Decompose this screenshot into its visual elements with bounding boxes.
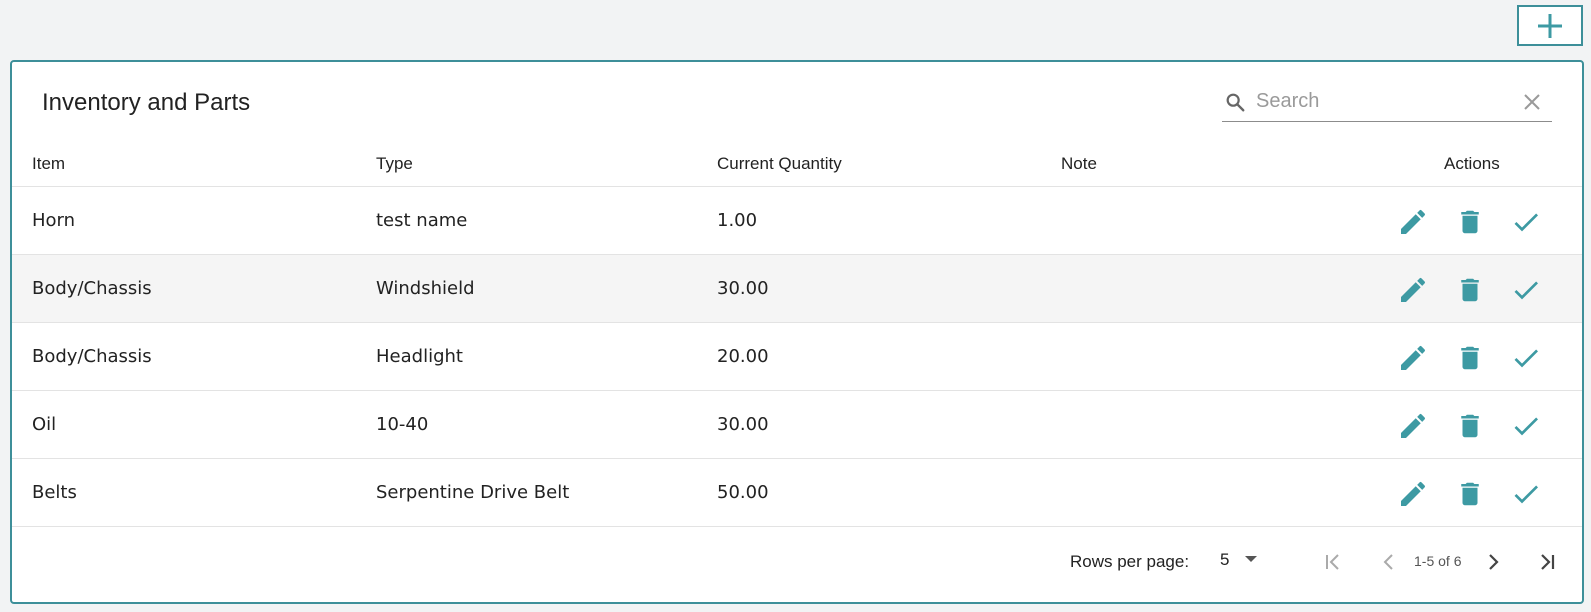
check-icon	[1514, 349, 1538, 368]
confirm-button[interactable]	[1509, 409, 1543, 443]
edit-button[interactable]	[1396, 477, 1430, 511]
cell-type: test name	[376, 210, 468, 231]
close-icon[interactable]	[1522, 92, 1542, 112]
cell-type: Windshield	[376, 278, 475, 299]
delete-button[interactable]	[1453, 409, 1487, 443]
cell-quantity: 30.00	[717, 278, 769, 299]
trash-icon	[1461, 414, 1479, 438]
delete-button[interactable]	[1453, 273, 1487, 307]
cell-quantity: 50.00	[717, 482, 769, 503]
cell-item: Oil	[32, 414, 57, 435]
rows-per-page-label: Rows per page:	[1070, 552, 1190, 571]
caret-down-icon	[1245, 556, 1257, 562]
rows-per-page-value: 5	[1220, 550, 1230, 569]
plus-icon	[1538, 13, 1562, 38]
cell-item: Body/Chassis	[32, 278, 152, 299]
trash-icon	[1461, 210, 1479, 234]
cell-quantity: 30.00	[717, 414, 769, 435]
edit-button[interactable]	[1396, 273, 1430, 307]
cell-type: Serpentine Drive Belt	[376, 482, 570, 503]
check-icon	[1514, 417, 1538, 436]
pencil-icon	[1401, 209, 1426, 234]
confirm-button[interactable]	[1509, 477, 1543, 511]
check-icon	[1514, 281, 1538, 300]
delete-button[interactable]	[1453, 477, 1487, 511]
column-header-quantity[interactable]: Current Quantity	[717, 154, 842, 174]
cell-item: Horn	[32, 210, 76, 231]
table-body: Horn test name 1.00 Body/Chassis Windshield 3…	[12, 187, 1582, 527]
first-page-button[interactable]	[1316, 545, 1350, 579]
edit-button[interactable]	[1396, 341, 1430, 375]
column-header-actions: Actions	[1444, 154, 1500, 173]
inventory-card: Inventory and Parts Item Type Current Qu…	[10, 60, 1584, 604]
edit-button[interactable]	[1396, 409, 1430, 443]
pencil-icon	[1401, 481, 1426, 506]
cell-type: Headlight	[376, 346, 463, 367]
previous-page-button[interactable]	[1372, 545, 1406, 579]
trash-icon	[1461, 346, 1479, 370]
next-page-button[interactable]	[1476, 545, 1510, 579]
search-icon	[1226, 93, 1245, 112]
check-icon	[1514, 213, 1538, 232]
table-row[interactable]: Body/Chassis Headlight 20.00	[12, 323, 1582, 391]
trash-icon	[1461, 278, 1479, 302]
last-page-button[interactable]	[1530, 545, 1564, 579]
column-header-note[interactable]: Note	[1061, 154, 1097, 174]
cell-type: 10-40	[376, 414, 429, 435]
pencil-icon	[1401, 277, 1426, 302]
pagination-bar: Rows per page: 5 1-5 of 6	[12, 530, 1582, 590]
cell-item: Belts	[32, 482, 77, 503]
table-row[interactable]: Body/Chassis Windshield 30.00	[12, 255, 1582, 323]
confirm-button[interactable]	[1509, 205, 1543, 239]
search-box	[1222, 82, 1552, 122]
delete-button[interactable]	[1453, 341, 1487, 375]
column-header-type[interactable]: Type	[376, 154, 413, 174]
rows-per-page-select[interactable]: 5	[1220, 550, 1268, 574]
last-page-icon	[1541, 554, 1555, 570]
cell-quantity: 1.00	[717, 210, 758, 231]
check-icon	[1514, 485, 1538, 504]
page-range: 1-5 of 6	[1414, 553, 1462, 569]
add-button[interactable]	[1517, 5, 1583, 46]
search-input[interactable]	[1256, 86, 1506, 116]
pencil-icon	[1401, 413, 1426, 438]
chevron-right-icon	[1489, 554, 1499, 570]
page-title: Inventory and Parts	[42, 89, 251, 116]
table-row[interactable]: Belts Serpentine Drive Belt 50.00	[12, 459, 1582, 527]
trash-icon	[1461, 482, 1479, 506]
cell-quantity: 20.00	[717, 346, 769, 367]
table-header: Item Type Current Quantity Note Actions	[12, 146, 1582, 187]
pencil-icon	[1401, 345, 1426, 370]
table-row[interactable]: Oil 10-40 30.00	[12, 391, 1582, 459]
table-row[interactable]: Horn test name 1.00	[12, 187, 1582, 255]
delete-button[interactable]	[1453, 205, 1487, 239]
chevron-left-icon	[1383, 554, 1393, 570]
edit-button[interactable]	[1396, 205, 1430, 239]
column-header-item[interactable]: Item	[32, 154, 65, 174]
first-page-icon	[1326, 554, 1339, 570]
confirm-button[interactable]	[1509, 341, 1543, 375]
confirm-button[interactable]	[1509, 273, 1543, 307]
cell-item: Body/Chassis	[32, 346, 152, 367]
